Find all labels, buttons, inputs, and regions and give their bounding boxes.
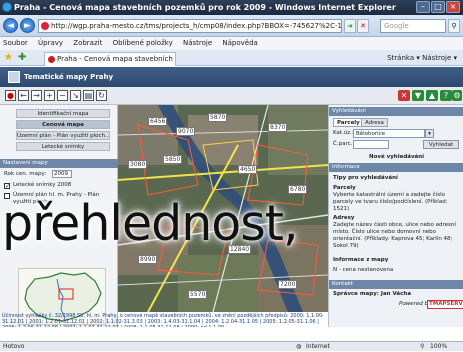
tips-title: Tipy pro vyhledávání: [333, 175, 398, 181]
pan-left-icon[interactable]: ←: [18, 90, 29, 101]
forward-button[interactable]: ►: [20, 18, 35, 33]
print-icon[interactable]: ▤: [83, 90, 94, 101]
contact-text: Správce mapy: Jan Vácha: [333, 291, 412, 297]
search-button[interactable]: Vyhledat: [423, 140, 459, 149]
settings-icon[interactable]: ⚙: [452, 90, 462, 101]
map-price-label: 9070: [176, 127, 196, 136]
favorites-star-icon[interactable]: ★: [4, 53, 14, 63]
go-icon[interactable]: ➜: [344, 19, 356, 33]
parcels-title: Parcely: [333, 185, 356, 191]
browser-tab[interactable]: Praha - Cenová mapa stavebních ...: [44, 52, 176, 66]
back-button[interactable]: ◄: [3, 18, 18, 33]
app-logo: [8, 71, 20, 83]
zoom-in-icon[interactable]: +: [44, 90, 55, 101]
refresh-icon[interactable]: ↻: [96, 90, 107, 101]
map-price-label: 6456: [148, 117, 168, 126]
map-price-label: 5570: [188, 290, 208, 299]
map-settings-header: Nastavení mapy: [0, 159, 118, 168]
close-button[interactable]: ×: [446, 1, 460, 13]
year-select[interactable]: 2009: [52, 170, 72, 178]
tab-parcels[interactable]: Parcely: [333, 118, 364, 127]
status-bar: Hotovo ◍ Internet ⚲ 100%: [0, 341, 463, 351]
aerial-2008-checkbox[interactable]: ✓: [4, 183, 10, 190]
search-icon[interactable]: ⚲: [448, 19, 460, 33]
collapse-panel-icon[interactable]: ▼: [412, 90, 424, 101]
search-input[interactable]: Google: [380, 19, 446, 33]
menu-edit[interactable]: Úpravy: [38, 39, 63, 47]
chevron-down-icon[interactable]: ▾: [425, 129, 434, 138]
minimize-button[interactable]: –: [416, 1, 430, 13]
url-text: http://wgp.praha-mesto.cz/tms/projects_h…: [51, 22, 342, 30]
contact-header: Kontakt: [329, 280, 463, 289]
tab-label: Praha - Cenová mapa stavebních ...: [57, 55, 176, 63]
menu-bar: Soubor Úpravy Zobrazit Oblíbené položky …: [0, 37, 463, 50]
app-title: Tematické mapy Prahy: [24, 73, 114, 81]
zoom-out-icon[interactable]: −: [57, 90, 68, 101]
menu-file[interactable]: Soubor: [3, 39, 28, 47]
map-price-label: 8990: [138, 255, 158, 264]
add-favorites-icon[interactable]: ✚: [18, 53, 28, 63]
expand-panel-icon[interactable]: ▲: [426, 90, 438, 101]
map-price-label: 5870: [208, 113, 228, 122]
overlay-caption: přehlednost,: [2, 195, 299, 252]
tmapserver-logo[interactable]: TMAPSERVER: [427, 300, 463, 309]
command-bar[interactable]: Stránka ▾ Nástroje ▾: [387, 52, 457, 64]
measure-tool-icon[interactable]: ↘: [70, 90, 81, 101]
identification-map-button[interactable]: Identifikační mapa: [16, 109, 110, 118]
mapinfo-text: N - cena nestanovena: [333, 267, 394, 273]
url-input[interactable]: http://wgp.praha-mesto.cz/tms/projects_h…: [38, 19, 342, 33]
map-price-label: 5850: [163, 155, 183, 164]
stop-icon[interactable]: ✕: [357, 19, 369, 33]
menu-tools[interactable]: Nástroje: [183, 39, 212, 47]
year-label: Rok cen. mapy:: [4, 171, 47, 177]
menu-view[interactable]: Zobrazit: [73, 39, 102, 47]
menu-help[interactable]: Nápověda: [222, 39, 257, 47]
tab-favicon: [48, 56, 55, 63]
site-favicon: [41, 22, 49, 30]
aerial-2008-label: Letecké snímky 2008: [13, 182, 72, 188]
close-panel-icon[interactable]: ✕: [398, 90, 410, 101]
window-title: Praha - Cenová mapa stavebních pozemků p…: [14, 3, 396, 12]
aerial-photos-button[interactable]: Letecké snímky: [16, 142, 110, 151]
help-icon[interactable]: ?: [440, 90, 452, 101]
status-text: Hotovo: [3, 343, 25, 350]
window-title-bar: Praha - Cenová mapa stavebních pozemků p…: [0, 0, 463, 15]
new-search-link[interactable]: Nové vyhledávání: [369, 154, 424, 161]
parcel-input[interactable]: [353, 140, 389, 149]
zoning-plan-button[interactable]: Územní plán - Plán využití ploch...: [16, 131, 110, 140]
mapinfo-title: Informace z mapy: [333, 257, 389, 263]
menu-favorites[interactable]: Oblíbené položky: [113, 39, 173, 47]
cadastre-label: Kat.úz.:: [333, 130, 354, 136]
ie-icon: [2, 2, 12, 12]
parcel-label: Č.parc.:: [333, 141, 355, 147]
map-price-label: 7200: [278, 280, 298, 289]
map-price-label: 3080: [128, 160, 148, 169]
address-toolbar: ◄ ► http://wgp.praha-mesto.cz/tms/projec…: [0, 15, 463, 37]
map-price-label: 8370: [268, 123, 288, 132]
pan-right-icon[interactable]: →: [31, 90, 42, 101]
info-tool-icon[interactable]: ●: [5, 90, 16, 101]
tab-address[interactable]: Adresa: [361, 118, 388, 127]
map-price-label: 4650: [238, 165, 258, 174]
map-toolbar: ● ← → + − ↘ ▤ ↻ ✕ ▼ ▲ ? ⚙: [0, 87, 463, 105]
validity-footer: Účinnost vyhlášky č. 32/1998 Sb. hl. m. …: [2, 313, 324, 327]
map-price-label: 6780: [288, 185, 308, 194]
app-banner: Tematické mapy Prahy: [0, 67, 463, 87]
search-header: Vyhledávání: [329, 107, 463, 116]
maximize-button[interactable]: □: [431, 1, 445, 13]
tab-bar: ★ ✚ Praha - Cenová mapa stavebních ... S…: [0, 50, 463, 66]
cadastre-select[interactable]: Bělohorice: [353, 129, 425, 138]
info-header: Informace: [329, 163, 463, 172]
price-map-button[interactable]: Cenová mapa: [16, 120, 110, 129]
